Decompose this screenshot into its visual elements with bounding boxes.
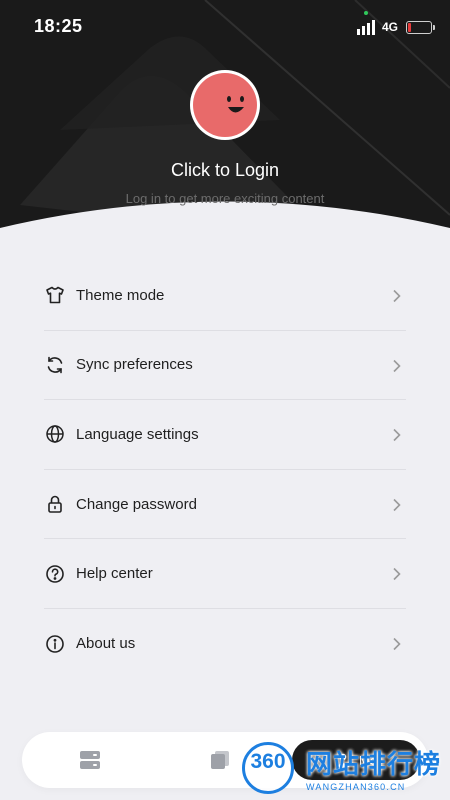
status-bar: 18:25 4G [0,0,450,52]
tab-me-label: Me [358,752,378,768]
menu-item-about-us[interactable]: About us [44,609,406,679]
menu-item-language-settings[interactable]: Language settings [44,400,406,470]
chevron-right-icon [393,498,401,511]
network-type: 4G [381,20,398,34]
avatar[interactable] [190,70,260,140]
login-subtitle: Log in to get more exciting content [125,191,325,206]
profile-header: 18:25 4G Click to Login Log in to get mo… [0,0,450,252]
status-indicators: 4G [356,11,435,40]
signal-dot [363,11,368,15]
chevron-right-icon [393,637,401,651]
status-time: 18:25 [34,16,83,36]
chevron-right-icon [393,289,401,303]
tshirt-icon [44,284,66,306]
bottom-navigation: Me [22,732,428,788]
tab-home[interactable] [60,732,120,788]
battery-low-icon [406,20,435,34]
tab-library[interactable] [190,732,250,788]
stack-icon [80,751,100,769]
chevron-right-icon [393,429,401,442]
tab-me[interactable]: Me [292,740,420,780]
menu-label: Help center [76,565,153,583]
menu-label: Sync preferences [76,356,193,374]
menu-item-theme-mode[interactable]: Theme mode [44,261,406,331]
menu-label: Theme mode [76,286,165,304]
library-icon [211,751,229,769]
globe-icon [44,423,66,445]
help-icon [44,563,66,585]
settings-menu: Theme mode Sync preferences Language set… [44,261,406,679]
menu-label: About us [76,635,136,653]
menu-label: Language settings [76,425,199,443]
chevron-right-icon [393,568,401,581]
info-icon [44,633,66,655]
login-title[interactable]: Click to Login [0,160,450,181]
menu-item-sync-preferences[interactable]: Sync preferences [44,331,406,401]
signal-bars-icon [356,11,377,35]
menu-label: Change password [76,495,197,513]
lock-icon [44,493,66,515]
menu-item-change-password[interactable]: Change password [44,470,406,540]
smiley-avatar-icon [193,73,257,137]
menu-item-help-center[interactable]: Help center [44,539,406,609]
chevron-right-icon [393,359,401,372]
sync-icon [44,354,66,376]
profile-icon [336,753,350,767]
battery-fill [408,22,411,32]
